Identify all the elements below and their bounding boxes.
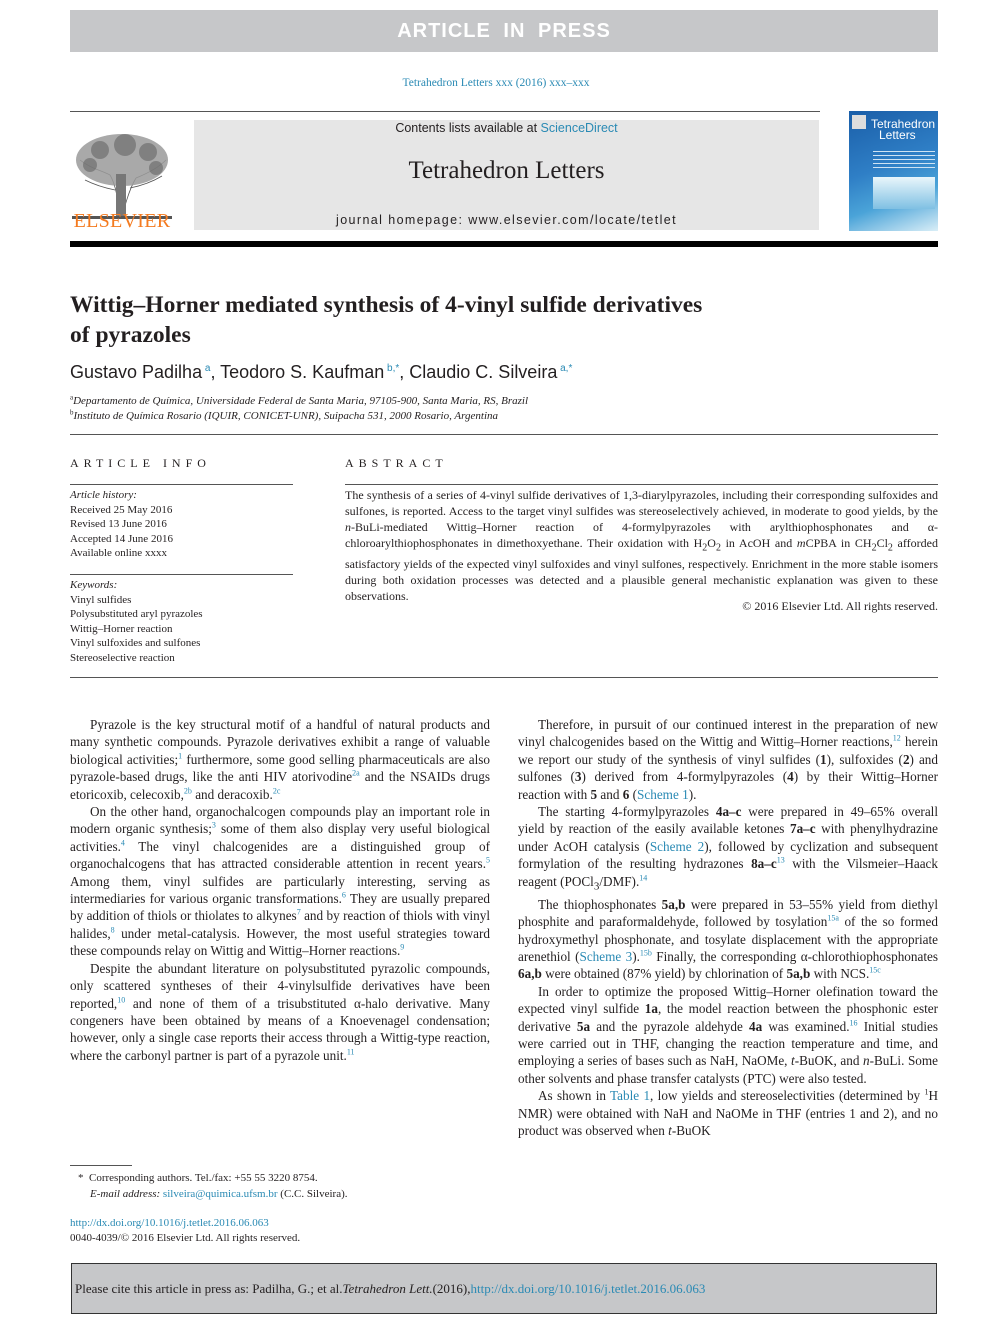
keywords-label: Keywords: (70, 579, 118, 591)
reference-link[interactable]: 2b (184, 786, 192, 795)
keyword: Vinyl sulfides (70, 593, 132, 606)
affiliations: aDepartamento de Química, Universidade F… (70, 394, 528, 424)
history-item: Accepted 14 June 2016 (70, 532, 173, 545)
banner-label: ARTICLE IN PRESS (397, 19, 611, 42)
body-column-right: Therefore, in pursuit of our continued i… (518, 716, 938, 1139)
reference-link[interactable]: 13 (777, 856, 785, 865)
author-list: Gustavo Padilha a, Teodoro S. Kaufman b,… (70, 362, 573, 382)
sciencedirect-link[interactable]: ScienceDirect (541, 121, 618, 135)
author-name: Teodoro S. Kaufman (220, 362, 385, 382)
divider (70, 574, 293, 575)
body-column-left: Pyrazole is the key structural motif of … (70, 716, 490, 1064)
keyword: Wittig–Horner reaction (70, 622, 173, 635)
reference-link[interactable]: 16 (850, 1018, 858, 1027)
cover-title: Tetrahedron Letters (871, 117, 936, 142)
paragraph: Therefore, in pursuit of our continued i… (518, 717, 938, 802)
reference-link[interactable]: 9 (400, 943, 404, 952)
cover-text-lines (873, 151, 935, 171)
journal-title: Tetrahedron Letters (408, 157, 605, 184)
contents-line: Contents lists available at ScienceDirec… (194, 121, 819, 135)
paragraph: On the other hand, organochalcogen compo… (70, 804, 490, 959)
footnote-divider (70, 1165, 132, 1166)
history-item: Received 25 May 2016 (70, 503, 173, 516)
keywords: Keywords: Vinyl sulfides Polysubstituted… (70, 578, 203, 665)
article-info-heading: ARTICLE INFO (70, 456, 211, 470)
journal-citation-line[interactable]: Tetrahedron Letters xxx (2016) xxx–xxx (0, 77, 992, 89)
reference-link[interactable]: 5 (486, 856, 490, 865)
abstract-text: The synthesis of a series of 4-vinyl sul… (345, 488, 938, 604)
article-in-press-banner: ARTICLE IN PRESS (70, 10, 938, 52)
keyword: Polysubstituted aryl pyrazoles (70, 608, 203, 620)
scheme-2-link[interactable]: Scheme 2 (650, 839, 704, 854)
cite-this-article-box: Please cite this article in press as: Pa… (71, 1263, 937, 1314)
reference-link[interactable]: 11 (347, 1047, 355, 1056)
article-title: Wittig–Horner mediated synthesis of 4-vi… (70, 292, 703, 348)
corresponding-author-footnote: * Corresponding authors. Tel./fax: +55 5… (78, 1172, 348, 1200)
paragraph: The starting 4-formylpyrazoles 4a–c were… (518, 804, 939, 893)
cite-doi-link[interactable]: http://dx.doi.org/10.1016/j.tetlet.2016.… (471, 1281, 706, 1297)
abstract-heading: ABSTRACT (345, 456, 448, 470)
article-history: Article history: Received 25 May 2016 Re… (70, 488, 173, 561)
abstract-copyright: © 2016 Elsevier Ltd. All rights reserved… (742, 599, 938, 613)
affiliation: bInstituto de Química Rosario (IQUIR, CO… (70, 408, 498, 422)
reference-link[interactable]: 15a (827, 914, 839, 923)
author-name: Claudio C. Silveira (409, 362, 558, 382)
affiliation: aDepartamento de Química, Universidade F… (70, 393, 529, 407)
author-name: Gustavo Padilha (70, 362, 203, 382)
paragraph: Pyrazole is the key structural motif of … (70, 717, 490, 802)
divider (70, 677, 938, 678)
doi-block: http://dx.doi.org/10.1016/j.tetlet.2016.… (70, 1216, 300, 1246)
keyword: Vinyl sulfoxides and sulfones (70, 637, 201, 649)
footnote-star: * (78, 1172, 84, 1184)
divider (70, 434, 938, 435)
paragraph: The thiophosphonates 5a,b were prepared … (518, 896, 938, 982)
affiliation-mark[interactable]: b,* (387, 363, 399, 374)
contents-prefix: Contents lists available at (395, 121, 541, 135)
scheme-3-link[interactable]: Scheme 3 (579, 949, 632, 964)
history-item: Revised 13 June 2016 (70, 518, 167, 530)
affiliation-mark[interactable]: a,* (560, 363, 572, 374)
divider (345, 484, 938, 485)
reference-link[interactable]: 14 (639, 873, 647, 882)
cover-picture (873, 177, 935, 209)
journal-cover-image[interactable]: Tetrahedron Letters (849, 111, 938, 231)
reference-link[interactable]: 15b (640, 949, 652, 958)
table-1-link[interactable]: Table 1 (610, 1088, 650, 1103)
header-divider (70, 111, 820, 112)
elsevier-wordmark[interactable]: ELSEVIER (70, 210, 174, 233)
paragraph: Despite the abundant literature on polys… (70, 960, 490, 1063)
divider (70, 484, 293, 485)
qr-code-icon (852, 115, 866, 129)
history-item: Available online xxxx (70, 547, 167, 559)
email-link[interactable]: silveira@quimica.ufsm.br (163, 1188, 278, 1200)
paragraph: As shown in Table 1, low yields and ster… (518, 1087, 938, 1138)
reference-link[interactable]: 15c (869, 966, 881, 975)
reference-link[interactable]: 12 (893, 734, 901, 743)
keyword: Stereoselective reaction (70, 651, 175, 664)
journal-homepage[interactable]: journal homepage: www.elsevier.com/locat… (194, 213, 819, 227)
header-thick-rule (70, 241, 938, 247)
scheme-1-link[interactable]: Scheme 1 (637, 787, 689, 802)
reference-link[interactable]: 2c (273, 786, 281, 795)
doi-link[interactable]: http://dx.doi.org/10.1016/j.tetlet.2016.… (70, 1217, 269, 1229)
issn-copyright: 0040-4039/© 2016 Elsevier Ltd. All right… (70, 1232, 301, 1244)
reference-link[interactable]: 2a (352, 769, 360, 778)
affiliation-mark[interactable]: a (205, 363, 211, 374)
paragraph: In order to optimize the proposed Wittig… (518, 983, 939, 1086)
history-label: Article history: (70, 489, 137, 501)
